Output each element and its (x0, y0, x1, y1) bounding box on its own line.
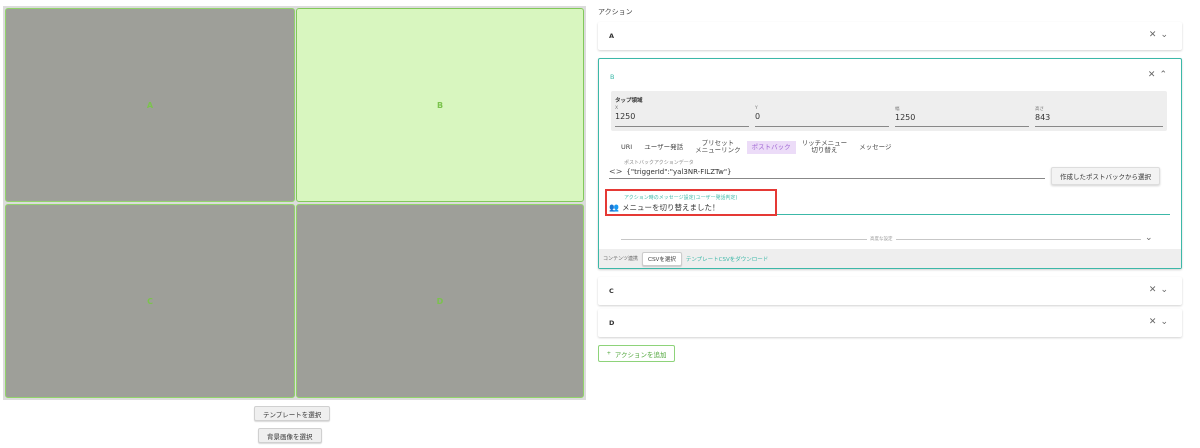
tap-area-title: タップ領域 (615, 98, 643, 104)
action-card-label: A (609, 32, 615, 40)
advanced-settings-label: 高度な設定 (867, 236, 896, 242)
area-c-label: C (147, 296, 153, 306)
content-link-label: コンテンツ連携 (603, 256, 639, 262)
action-card-label: B (610, 73, 615, 81)
chevron-up-icon[interactable]: ⌃ (1159, 70, 1167, 80)
y-label: Y (755, 106, 758, 111)
highlight-box (605, 189, 777, 216)
tab-rich-menu-switch[interactable]: リッチメニュー 切り替え (796, 140, 854, 154)
close-icon[interactable]: ✕ (1148, 70, 1156, 80)
close-icon[interactable]: ✕ (1149, 30, 1157, 40)
chevron-down-icon[interactable]: ⌄ (1160, 317, 1168, 327)
select-template-button[interactable]: テンプレートを選択 (254, 406, 331, 421)
width-field[interactable]: 幅 1250 (895, 106, 1029, 127)
actions-title: アクション (598, 8, 633, 16)
area-b-label: B (436, 100, 444, 110)
area-a[interactable]: A (5, 8, 295, 202)
x-field[interactable]: X 1250 (615, 106, 749, 127)
plus-icon: + (607, 350, 611, 357)
action-card-b: B ✕ ⌃ タップ領域 X 1250 Y 0 幅 1250 高さ 843 URI… (598, 58, 1182, 269)
action-card-label: C (609, 287, 614, 295)
close-icon[interactable]: ✕ (1149, 285, 1157, 295)
tab-uri[interactable]: URI (615, 143, 638, 151)
area-d[interactable]: D (296, 204, 584, 398)
y-value: 0 (755, 112, 761, 121)
tab-postback[interactable]: ポストバック (746, 140, 796, 154)
download-template-csv-link[interactable]: テンプレートCSVをダウンロード (686, 255, 768, 263)
area-c[interactable]: C (5, 204, 295, 398)
y-field[interactable]: Y 0 (755, 106, 889, 127)
add-action-label: アクションを追加 (614, 351, 667, 359)
action-card-a[interactable]: A ✕ ⌄ (598, 22, 1182, 50)
tab-message[interactable]: メッセージ (853, 143, 897, 151)
area-d-label: D (436, 296, 444, 306)
select-background-button[interactable]: 背景画像を選択 (258, 428, 322, 443)
action-card-d[interactable]: D ✕ ⌄ (598, 309, 1182, 337)
x-label: X (615, 106, 619, 111)
height-value: 843 (1035, 113, 1051, 122)
area-b[interactable]: B (296, 8, 584, 202)
x-value: 1250 (615, 112, 636, 121)
tab-preset-menu-link[interactable]: プリセット メニューリンク (689, 140, 747, 154)
postback-data-input[interactable]: <> {"triggerId":"yal3NR-FILZTw"} (609, 165, 1045, 179)
width-label: 幅 (895, 107, 900, 112)
code-icon: <> (609, 167, 623, 176)
area-a-label: A (146, 100, 154, 110)
select-postback-button[interactable]: 作成したポストバックから選択 (1051, 167, 1160, 185)
action-card-label: D (609, 319, 615, 327)
close-icon[interactable]: ✕ (1149, 317, 1157, 327)
height-label: 高さ (1035, 107, 1044, 112)
rich-menu-preview: A B C D (3, 6, 586, 400)
action-type-tabs: URI ユーザー発話 プリセット メニューリンク ポストバック リッチメニュー … (615, 139, 897, 155)
tab-user-utterance[interactable]: ユーザー発話 (638, 143, 689, 151)
width-value: 1250 (895, 113, 916, 122)
action-card-c[interactable]: C ✕ ⌄ (598, 277, 1182, 305)
select-csv-button[interactable]: CSVを選択 (642, 251, 682, 266)
tap-area-panel: タップ領域 X 1250 Y 0 幅 1250 高さ 843 (611, 91, 1167, 131)
chevron-down-icon[interactable]: ⌄ (1145, 233, 1153, 243)
postback-data-value: {"triggerId":"yal3NR-FILZTw"} (626, 167, 732, 176)
height-field[interactable]: 高さ 843 (1035, 106, 1163, 127)
add-action-button[interactable]: + アクションを追加 (598, 345, 676, 362)
chevron-down-icon[interactable]: ⌄ (1160, 285, 1168, 295)
content-link-footer: コンテンツ連携 CSVを選択 テンプレートCSVをダウンロード (599, 249, 1181, 268)
chevron-down-icon[interactable]: ⌄ (1160, 30, 1168, 40)
